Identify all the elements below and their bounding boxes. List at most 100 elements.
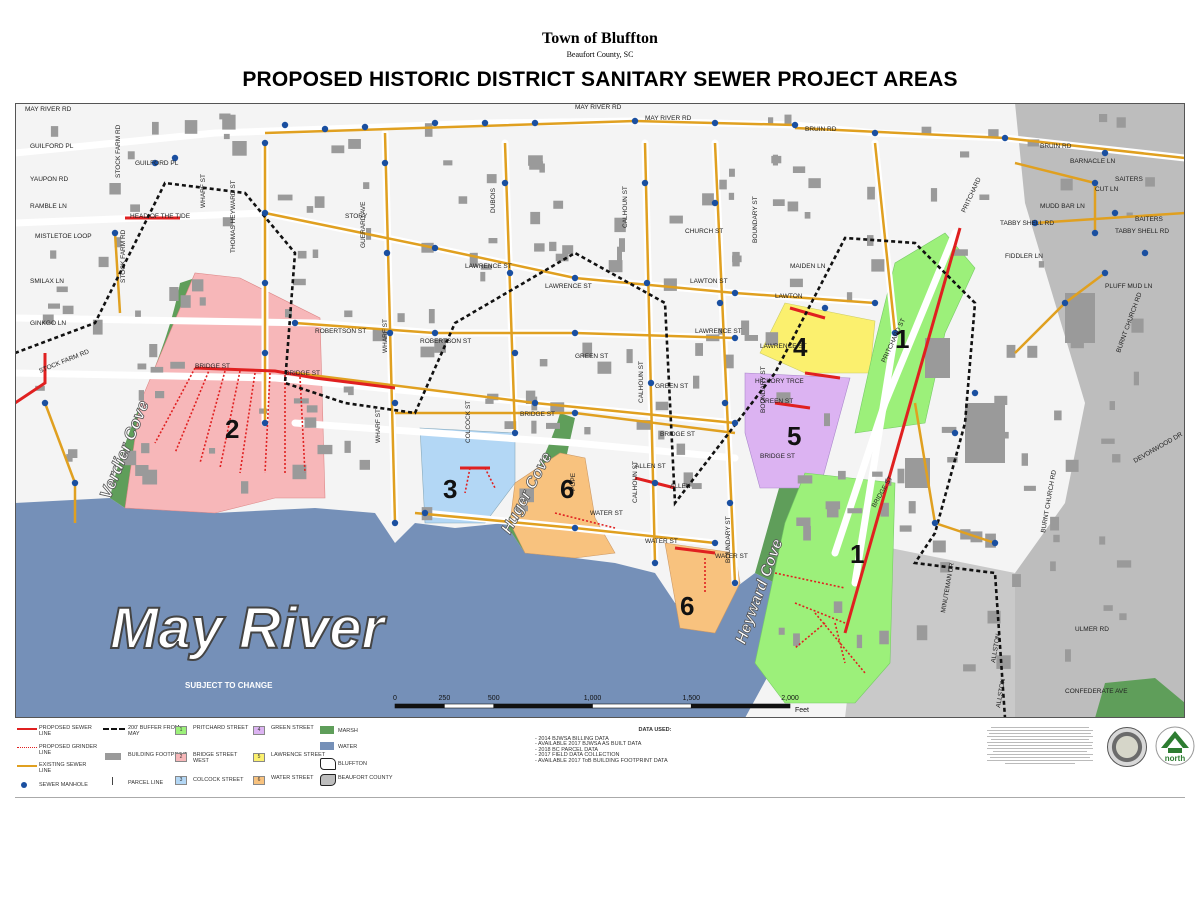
building-footprint [222,114,236,130]
legend-label: MARSH [338,728,358,734]
legend-label: EXISTING SEWER LINE [39,762,87,774]
manhole-marker [261,139,269,147]
legend-label: BRIDGE STREET WEST [193,752,238,764]
area-number: 3 [443,474,457,504]
building-footprint [531,420,537,434]
street-label: BRIDGE ST [660,431,695,438]
manhole-marker [531,119,539,127]
building-footprint [458,196,468,204]
manhole-marker [971,389,979,397]
legend-label: BEAUFORT COUNTY [338,775,393,781]
scale-bar-tick: 1,000 [584,695,602,702]
street-label: MAY RIVER RD [575,104,622,111]
street-label: LAWTON [775,293,803,300]
building-footprint [359,459,370,470]
manhole-marker [991,539,999,547]
manhole-marker [871,129,879,137]
street-label: BAITERS [1135,216,1163,223]
street-label: STOCK FARM RD [115,124,122,178]
building-footprint [1116,560,1132,568]
street-label: BRIDGE ST [520,411,555,418]
building-footprint [1021,453,1028,466]
street-label: MAY RIVER RD [645,115,692,122]
building-footprint [838,470,846,480]
manhole-marker [731,419,739,427]
building-footprint [397,313,405,323]
building-footprint [1119,613,1127,621]
building-footprint [1112,454,1121,463]
building-footprint [306,405,318,413]
building-footprint [529,161,544,170]
street-label: WATER ST [590,510,623,517]
building-footprint [597,361,612,374]
legend-label: SEWER MANHOLE [39,782,88,788]
town-seal-logo [1107,727,1147,767]
manhole-marker [291,319,299,327]
street-label: WATER ST [645,538,678,545]
building-footprint [953,249,968,256]
legend-swatch-bluffton [320,758,336,770]
area-number: 6 [680,591,694,621]
building-footprint [486,174,497,184]
building-footprint [297,250,307,259]
sewer-project-map[interactable]: MAY RIVER RD MAY RIVER RD MAY RIVER RD BRUI… [15,103,1185,718]
manhole-marker [261,209,269,217]
area-number: 5 [787,421,801,451]
building-footprint [979,194,990,200]
scale-bar-tick: 1,500 [682,695,700,702]
street-label: BARNACLE LN [1070,158,1115,165]
data-used-item: - AVAILABLE 2017 ToB BUILDING FOOTPRINT … [535,757,668,764]
legend-swatch-area-5: 5 [253,753,265,762]
building-footprint [897,468,905,484]
building-footprint [534,243,545,252]
building-footprint [137,363,147,370]
manhole-marker [791,121,799,129]
building-footprint [899,525,912,532]
building-footprint [348,139,361,149]
building-footprint [169,287,179,301]
street-label: STOCK FARM RD [120,229,127,283]
map-legend: PROPOSED SEWER LINE PROPOSED GRINDER LIN… [15,720,1195,800]
building-footprint [428,309,435,324]
building-footprint [138,390,144,401]
building-footprint [965,403,1005,463]
street-label: BRUIN RD [805,126,837,133]
building-footprint [553,200,564,209]
building-footprint [963,664,976,672]
street-label: MAY RIVER RD [25,106,72,113]
building-footprint [539,359,548,367]
street-label: HICKORY TRCE [755,378,804,385]
building-footprint [804,212,811,219]
building-footprint [695,343,703,356]
building-footprint [232,141,247,156]
may-river-label: May River [110,596,387,661]
building-footprint [996,655,1011,669]
manhole-marker [951,429,959,437]
map-title: PROPOSED HISTORIC DISTRICT SANITARY SEWE… [242,68,958,91]
building-footprint [732,255,742,263]
building-footprint [314,196,325,208]
area-number: 1 [850,539,864,569]
legend-swatch-area-3: 3 [175,776,187,785]
street-label: GREEN ST [760,398,793,405]
manhole-marker [1101,269,1109,277]
building-footprint [787,201,799,212]
manhole-marker [381,159,389,167]
legend-label: PRITCHARD STREET [193,725,249,731]
legend-swatch-proposed-sewer [17,728,37,730]
building-footprint [729,168,735,177]
building-footprint [1145,177,1155,187]
street-label: THOMAS HEYWARD ST [230,180,237,253]
manhole-marker [711,199,719,207]
building-footprint [1103,605,1113,611]
building-footprint [1023,485,1036,491]
manhole-marker [643,279,651,287]
manhole-marker [111,229,119,237]
building-footprint [925,338,950,378]
manhole-marker [431,244,439,252]
manhole-marker [383,249,391,257]
building-footprint [420,346,435,358]
legend-label: BLUFFTON [338,761,367,767]
manhole-marker [711,539,719,547]
building-footprint [363,182,370,189]
